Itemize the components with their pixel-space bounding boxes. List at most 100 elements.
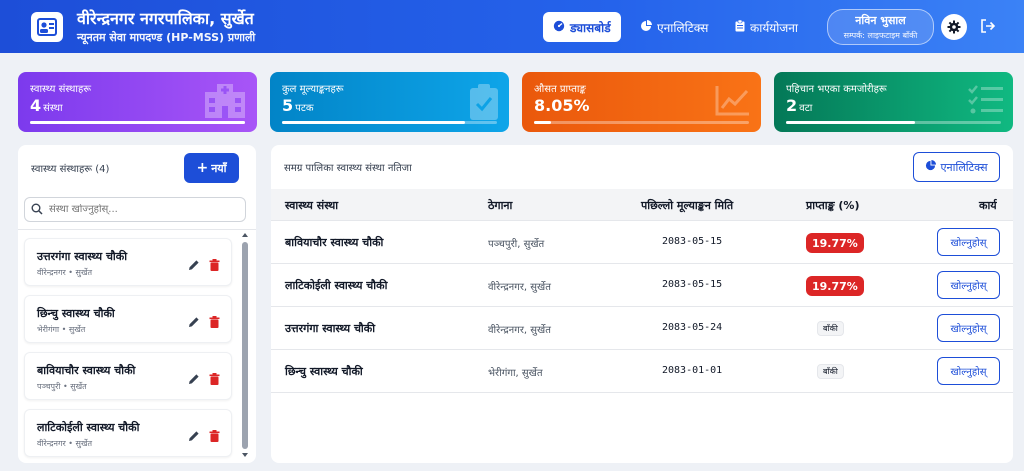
facility-location: भेरीगंगा • सुर्खेत [37,325,86,334]
gear-icon[interactable] [941,14,967,40]
add-facility-button[interactable]: + नयाँ [184,153,239,183]
clipboard-icon [735,19,745,35]
row-last-date: 2083-01-01 [662,365,723,376]
col-action: कार्य [979,199,997,212]
score-badge: 19.77% [806,276,864,296]
row-facility-name: बावियाचौर स्वास्थ्य चौकी [285,236,384,249]
nav-action-plan[interactable]: कार्ययोजना [725,12,808,42]
stat-value: 4 संस्था [30,96,63,115]
row-last-date: 2083-05-24 [662,322,723,333]
row-address: भेरीगंगा, सुर्खेत [488,368,543,379]
row-facility-name: लाटिकोईली स्वास्थ्य चौकी [285,279,388,292]
trash-icon[interactable] [209,256,220,275]
table-row: लाटिकोईली स्वास्थ्य चौकी वीरेन्द्रनगर, सु… [271,264,1013,307]
stat-label: औसत प्राप्ताङ्क [534,84,586,95]
nav-analytics[interactable]: एनालिटिक्स [630,12,718,42]
facility-search[interactable] [24,197,246,222]
gauge-icon [553,20,565,35]
score-badge: 19.77% [806,233,864,253]
analytics-button-label: एनालिटिक्स [940,160,988,174]
nav-dashboard-label: ड्यासबोर्ड [570,20,611,35]
pie-chart-icon [925,160,937,174]
stat-progress-bar [786,121,1001,124]
stat-unit: संस्था [43,103,63,114]
row-last-date: 2083-05-15 [662,236,723,247]
row-facility-name: उत्तरगंगा स्वास्थ्य चौकी [285,322,376,335]
trash-icon[interactable] [209,427,220,446]
user-role: सम्पर्क: लाइफटाइम बाँकी [843,31,918,40]
results-title: समग्र पालिका स्वास्थ्य संस्था नतिजा [284,163,412,174]
open-button[interactable]: खोल्नुहोस् [937,314,1000,342]
nav-analytics-label: एनालिटिक्स [657,20,709,35]
user-name: नविन भुसाल [855,14,906,27]
analytics-button[interactable]: एनालिटिक्स [913,152,1000,182]
add-facility-label: नयाँ [211,161,227,175]
stat-label: पहिचान भएका कमजोरीहरू [786,84,887,95]
stat-progress-fill [534,121,552,124]
scroll-thumb[interactable] [242,242,248,449]
logout-icon[interactable] [978,16,998,36]
user-profile[interactable]: नविन भुसाल सम्पर्क: लाइफटाइम बाँकी [827,9,934,45]
stat-label: स्वास्थ्य संस्थाहरू [30,84,92,95]
col-last-date: पछिल्लो मूल्याङ्कन मिति [641,199,734,212]
nav-action-plan-label: कार्ययोजना [750,20,799,35]
col-facility: स्वास्थ्य संस्था [285,199,339,212]
pencil-icon[interactable] [188,256,200,275]
plus-icon: + [196,160,209,176]
facility-name: छिन्चु स्वास्थ्य चौकी [37,307,115,320]
pie-chart-icon [640,19,652,35]
trash-icon[interactable] [209,313,220,332]
row-facility-name: छिन्चु स्वास्थ्य चौकी [285,365,363,378]
line-chart-icon [715,84,751,120]
pencil-icon[interactable] [188,313,200,332]
list-item[interactable]: उत्तरगंगा स्वास्थ्य चौकी वीरेन्द्रनगर • स… [24,238,232,286]
facility-location: पञ्चपुरी • सुर्खेत [37,382,87,391]
stat-unit: वटा [799,103,813,114]
facility-name: बावियाचौर स्वास्थ्य चौकी [37,364,136,377]
hospital-id-icon [31,12,63,42]
facility-location: वीरेन्द्रनगर • सुर्खेत [37,439,93,448]
stat-card: स्वास्थ्य संस्थाहरू 4 संस्था [18,72,257,132]
facility-name: उत्तरगंगा स्वास्थ्य चौकी [37,250,128,263]
nav-dashboard[interactable]: ड्यासबोर्ड [543,12,621,42]
table-row: छिन्चु स्वास्थ्य चौकी भेरीगंगा, सुर्खेत 20… [271,350,1013,393]
stat-card: पहिचान भएका कमजोरीहरू 2 वटा [774,72,1013,132]
open-button[interactable]: खोल्नुहोस् [937,228,1000,256]
facility-location: वीरेन्द्रनगर • सुर्खेत [37,268,93,277]
pencil-icon[interactable] [188,370,200,389]
facility-sidebar: स्वास्थ्य संस्थाहरू (4) + नयाँ उत्तरगंगा… [18,145,256,463]
facility-list: उत्तरगंगा स्वास्थ्य चौकी वीरेन्द्रनगर • स… [18,229,256,463]
list-item[interactable]: लाटिकोईली स्वास्थ्य चौकी वीरेन्द्रनगर • स… [24,409,232,457]
stat-card: औसत प्राप्ताङ्क 8.05% [522,72,761,132]
stat-progress-fill [786,121,915,124]
stat-number: 5 [282,96,294,115]
facility-name: लाटिकोईली स्वास्थ्य चौकी [37,421,140,434]
stat-progress-bar [534,121,749,124]
stat-number: 2 [786,96,798,115]
row-address: पञ्चपुरी, सुर्खेत [488,239,545,250]
score-badge: बाँकी [817,321,844,336]
app-title: वीरेन्द्रनगर नगरपालिका, सुर्खेत [77,9,254,28]
row-address: वीरेन्द्रनगर, सुर्खेत [488,282,551,293]
stat-progress-bar [282,121,497,124]
scroll-up-icon[interactable] [241,231,249,239]
pencil-icon[interactable] [188,427,200,446]
search-input[interactable] [49,204,229,215]
trash-icon[interactable] [209,370,220,389]
stat-number: 4 [30,96,42,115]
open-button[interactable]: खोल्नुहोस् [937,271,1000,299]
open-button[interactable]: खोल्नुहोस् [937,357,1000,385]
stat-card: कुल मूल्याङ्कनहरू 5 पटक [270,72,509,132]
sidebar-title: स्वास्थ्य संस्थाहरू (4) [31,164,110,175]
col-address: ठेगाना [488,199,513,212]
stat-value: 8.05% [534,96,590,115]
scroll-down-icon[interactable] [241,451,249,459]
clipboard-check-icon [469,84,499,124]
stat-progress-fill [282,121,465,124]
app-subtitle: न्यूनतम सेवा मापदण्ड (HP-MSS) प्रणाली [77,31,256,44]
table-row: उत्तरगंगा स्वास्थ्य चौकी वीरेन्द्रनगर, सु… [271,307,1013,350]
score-badge: बाँकी [817,364,844,379]
list-item[interactable]: बावियाचौर स्वास्थ्य चौकी पञ्चपुरी • सुर्ख… [24,352,232,400]
list-item[interactable]: छिन्चु स्वास्थ्य चौकी भेरीगंगा • सुर्खेत [24,295,232,343]
sidebar-scrollbar[interactable] [241,231,249,459]
